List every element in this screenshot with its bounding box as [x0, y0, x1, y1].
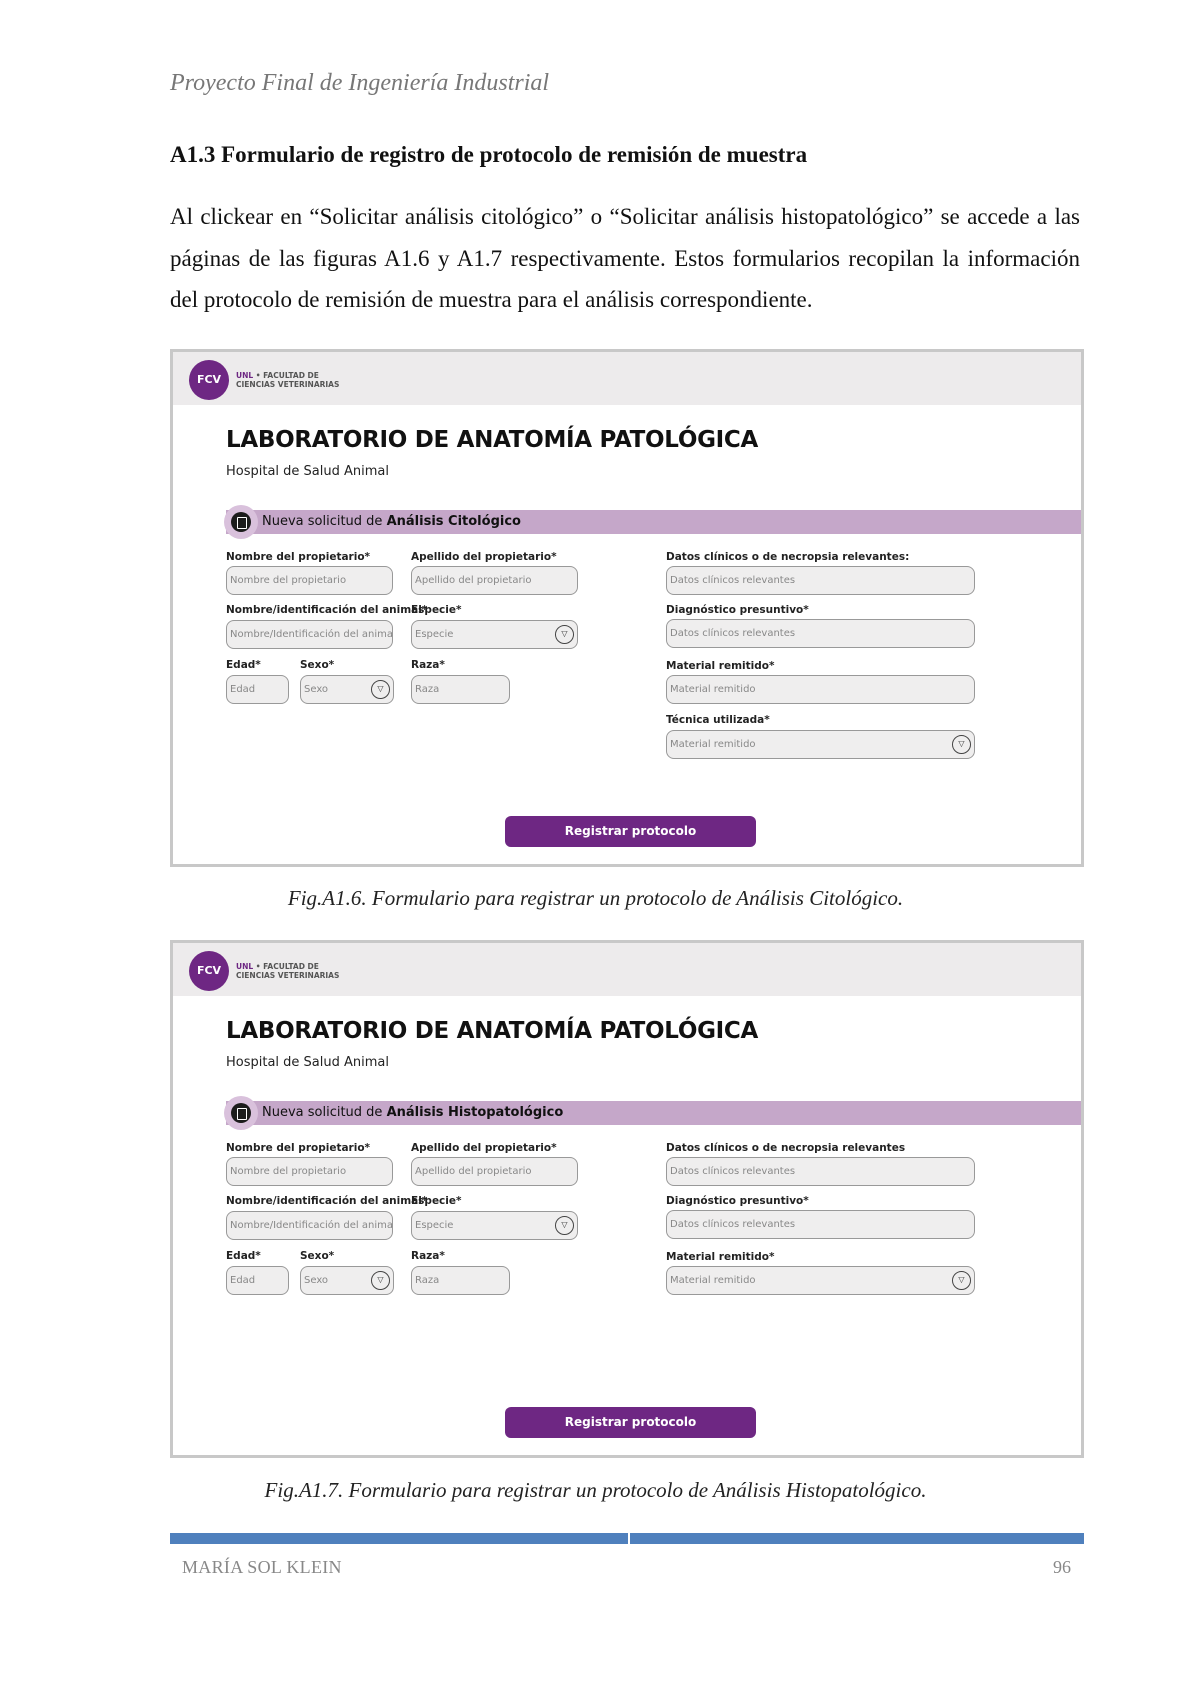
chevron-down-icon[interactable]: ▽: [952, 735, 971, 754]
section-title: A1.3 Formulario de registro de protocolo…: [170, 142, 808, 167]
species-placeholder: Especie: [415, 1220, 454, 1231]
owner-name-label: Nombre del propietario*: [226, 551, 371, 563]
chevron-down-icon[interactable]: ▽: [371, 680, 390, 699]
banner-analysis-type: Análisis Citológico: [386, 514, 521, 529]
sex-select[interactable]: Sexo ▽: [300, 1266, 394, 1295]
technique-select[interactable]: Material remitido ▽: [666, 730, 975, 759]
owner-name-label: Nombre del propietario*: [226, 1142, 371, 1154]
lab-title: LABORATORIO DE ANATOMÍA PATOLÓGICA: [226, 1018, 759, 1044]
sex-select[interactable]: Sexo ▽: [300, 675, 394, 704]
unl-label: UNL: [236, 371, 254, 380]
banner-title: Nueva solicitud de Análisis Citológico: [262, 514, 521, 529]
page-number: 96: [1053, 1557, 1071, 1577]
owner-surname-label: Apellido del propietario*: [411, 551, 557, 563]
technique-placeholder: Material remitido: [670, 739, 756, 750]
diagnosis-label: Diagnóstico presuntivo*: [666, 604, 809, 616]
app-topbar: FCV UNL • FACULTAD DE CIENCIAS VETERINAR…: [173, 352, 1081, 405]
age-input[interactable]: Edad: [226, 675, 289, 704]
form-icon: [224, 505, 258, 539]
chevron-down-icon[interactable]: ▽: [952, 1271, 971, 1290]
breed-input[interactable]: Raza: [411, 675, 510, 704]
clinical-data-input[interactable]: Datos clínicos relevantes: [666, 1157, 975, 1186]
document-icon: [231, 512, 251, 532]
banner-analysis-type: Análisis Histopatológico: [386, 1105, 564, 1120]
register-protocol-button[interactable]: Registrar protocolo: [505, 816, 756, 847]
document-icon: [231, 1103, 251, 1123]
figure-caption: Fig.A1.7. Formulario para registrar un p…: [264, 1478, 927, 1502]
species-select[interactable]: Especie ▽: [411, 1211, 578, 1240]
owner-name-input[interactable]: Nombre del propietario: [226, 566, 393, 595]
figure-citologico-form: FCV UNL • FACULTAD DE CIENCIAS VETERINAR…: [170, 349, 1084, 867]
fcv-logo: FCV: [189, 951, 229, 991]
clinical-data-label: Datos clínicos o de necropsia relevantes: [666, 1142, 906, 1154]
breed-label: Raza*: [411, 1250, 445, 1262]
technique-label: Técnica utilizada*: [666, 714, 770, 726]
age-label: Edad*: [226, 659, 261, 671]
material-select[interactable]: Material remitido ▽: [666, 1266, 975, 1295]
owner-surname-input[interactable]: Apellido del propietario: [411, 566, 578, 595]
footer-author: MARÍA SOL KLEIN: [182, 1557, 342, 1577]
institution-line2: CIENCIAS VETERINARIAS: [236, 380, 340, 389]
animal-id-label: Nombre/identificación del animal*: [226, 604, 428, 616]
institution-line1: • FACULTAD DE: [253, 371, 319, 380]
species-select[interactable]: Especie ▽: [411, 620, 578, 649]
breed-label: Raza*: [411, 659, 445, 671]
animal-id-input[interactable]: Nombre/Identificación del animal: [226, 620, 393, 649]
age-label: Edad*: [226, 1250, 261, 1262]
chevron-down-icon[interactable]: ▽: [371, 1271, 390, 1290]
lab-subtitle: Hospital de Salud Animal: [226, 1055, 389, 1070]
breed-input[interactable]: Raza: [411, 1266, 510, 1295]
fcv-logo: FCV: [189, 360, 229, 400]
material-label: Material remitido*: [666, 660, 775, 672]
figure-caption: Fig.A1.6. Formulario para registrar un p…: [287, 886, 904, 910]
banner-prefix: Nueva solicitud de: [262, 1105, 387, 1120]
unl-label: UNL: [236, 962, 254, 971]
age-input[interactable]: Edad: [226, 1266, 289, 1295]
animal-id-input[interactable]: Nombre/Identificación del animal: [226, 1211, 393, 1240]
institution-name: UNL • FACULTAD DE CIENCIAS VETERINARIAS: [236, 962, 339, 980]
sex-label: Sexo*: [300, 1250, 335, 1262]
material-placeholder: Material remitido: [670, 1275, 756, 1286]
banner-title: Nueva solicitud de Análisis Histopatológ…: [262, 1105, 563, 1120]
lab-subtitle: Hospital de Salud Animal: [226, 464, 389, 479]
chevron-down-icon[interactable]: ▽: [555, 625, 574, 644]
owner-surname-label: Apellido del propietario*: [411, 1142, 557, 1154]
chevron-down-icon[interactable]: ▽: [555, 1216, 574, 1235]
sex-placeholder: Sexo: [304, 684, 329, 695]
footer-divider-notch: [628, 1533, 630, 1544]
animal-id-label: Nombre/identificación del animal*: [226, 1195, 428, 1207]
diagnosis-input[interactable]: Datos clínicos relevantes: [666, 1210, 975, 1239]
owner-surname-input[interactable]: Apellido del propietario: [411, 1157, 578, 1186]
material-input[interactable]: Material remitido: [666, 675, 975, 704]
clinical-data-input[interactable]: Datos clínicos relevantes: [666, 566, 975, 595]
species-placeholder: Especie: [415, 629, 454, 640]
register-protocol-button[interactable]: Registrar protocolo: [505, 1407, 756, 1438]
institution-name: UNL • FACULTAD DE CIENCIAS VETERINARIAS: [236, 371, 339, 389]
species-label: Especie*: [411, 604, 462, 616]
institution-line1: • FACULTAD DE: [253, 962, 319, 971]
footer-divider: [170, 1533, 1084, 1544]
diagnosis-label: Diagnóstico presuntivo*: [666, 1195, 809, 1207]
banner-prefix: Nueva solicitud de: [262, 514, 387, 529]
species-label: Especie*: [411, 1195, 462, 1207]
running-header: Proyecto Final de Ingeniería Industrial: [170, 70, 550, 96]
lab-title: LABORATORIO DE ANATOMÍA PATOLÓGICA: [226, 427, 759, 453]
sex-label: Sexo*: [300, 659, 335, 671]
clinical-data-label: Datos clínicos o de necropsia relevantes…: [666, 551, 910, 563]
figure-histopatologico-form: FCV UNL • FACULTAD DE CIENCIAS VETERINAR…: [170, 940, 1084, 1458]
institution-line2: CIENCIAS VETERINARIAS: [236, 971, 340, 980]
body-paragraph: Al clickear en “Solicitar análisis citol…: [170, 204, 1080, 312]
diagnosis-input[interactable]: Datos clínicos relevantes: [666, 619, 975, 648]
sex-placeholder: Sexo: [304, 1275, 329, 1286]
material-label: Material remitido*: [666, 1251, 775, 1263]
app-topbar: FCV UNL • FACULTAD DE CIENCIAS VETERINAR…: [173, 943, 1081, 996]
owner-name-input[interactable]: Nombre del propietario: [226, 1157, 393, 1186]
form-icon: [224, 1096, 258, 1130]
